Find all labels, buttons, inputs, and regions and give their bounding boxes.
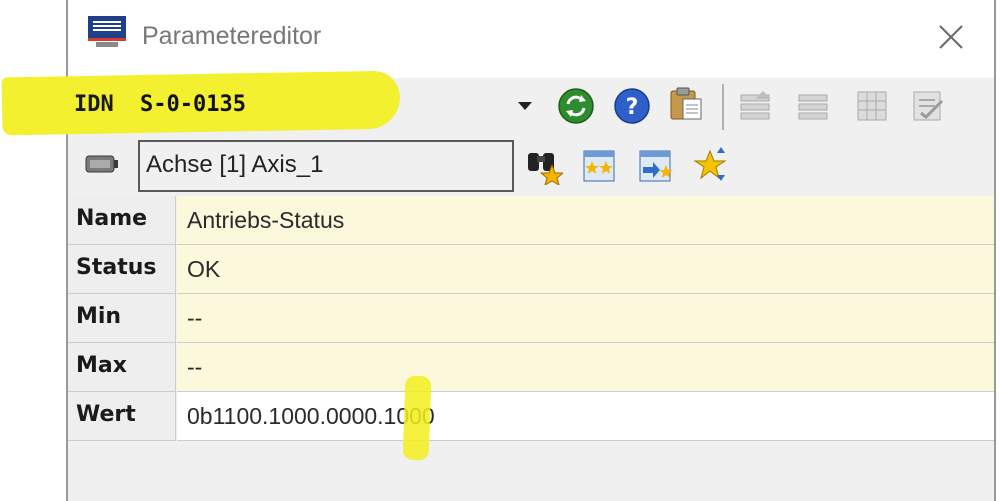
- idn-label: IDN: [74, 92, 114, 117]
- move-down-icon: [798, 94, 828, 120]
- favorites-list-button[interactable]: [580, 146, 620, 186]
- move-up-icon: [740, 91, 771, 120]
- row-label: Wert: [68, 392, 176, 441]
- close-button[interactable]: [934, 20, 968, 54]
- grid-button[interactable]: [852, 86, 892, 126]
- import-star-icon: [639, 150, 673, 182]
- move-up-button[interactable]: [736, 86, 776, 126]
- app-logo-icon: [88, 16, 126, 50]
- checklist-icon: [913, 91, 944, 121]
- close-icon: [939, 25, 963, 49]
- table-row: Status OK: [68, 245, 994, 294]
- refresh-icon: [558, 88, 594, 124]
- table-row: Min --: [68, 294, 994, 343]
- table-row: Wert 0b1100.1000.0000.1000: [68, 392, 994, 441]
- window-title: Parametereditor: [142, 22, 322, 50]
- value-input[interactable]: 0b1100.1000.0000.1000: [177, 392, 994, 441]
- toolbar-separator: [722, 84, 724, 130]
- import-favorites-button[interactable]: [636, 146, 676, 186]
- sort-star-icon: [693, 147, 727, 181]
- help-button[interactable]: ?: [612, 86, 652, 126]
- refresh-button[interactable]: [556, 86, 596, 126]
- grid-icon: [857, 91, 887, 121]
- row-value: --: [177, 294, 994, 343]
- search-favorites-button[interactable]: [524, 146, 564, 186]
- axis-connector-icon: [85, 155, 118, 173]
- table-row: Name Antriebs-Status: [68, 196, 994, 245]
- row-label: Max: [68, 343, 176, 392]
- move-down-button[interactable]: [794, 86, 834, 126]
- star-list-icon: [583, 150, 615, 182]
- axis-toolbar: Achse [1] Axis_1: [68, 134, 994, 194]
- row-value: OK: [177, 245, 994, 294]
- svg-text:?: ?: [626, 95, 639, 120]
- row-value: --: [177, 343, 994, 392]
- paste-button[interactable]: [666, 84, 706, 124]
- paste-clipboard-icon: [670, 87, 702, 120]
- table-row: Max --: [68, 343, 994, 392]
- sort-favorites-button[interactable]: [690, 144, 730, 184]
- help-icon: ?: [614, 88, 650, 124]
- title-bar: Parametereditor: [68, 0, 994, 78]
- binoculars-star-icon: [528, 153, 563, 185]
- idn-select[interactable]: S-0-0135: [140, 92, 246, 117]
- row-value: Antriebs-Status: [177, 196, 994, 245]
- bit-highlight-marker: [402, 375, 432, 461]
- row-label: Min: [68, 294, 176, 343]
- row-label: Status: [68, 245, 176, 294]
- checklist-button[interactable]: [908, 86, 948, 126]
- dropdown-arrow-icon[interactable]: [518, 102, 532, 110]
- parameter-editor-window: Parametereditor IDN S-0-0135 ? Achse [1]…: [1, 0, 996, 501]
- row-label: Name: [68, 196, 176, 245]
- axis-selector-field[interactable]: Achse [1] Axis_1: [138, 140, 514, 192]
